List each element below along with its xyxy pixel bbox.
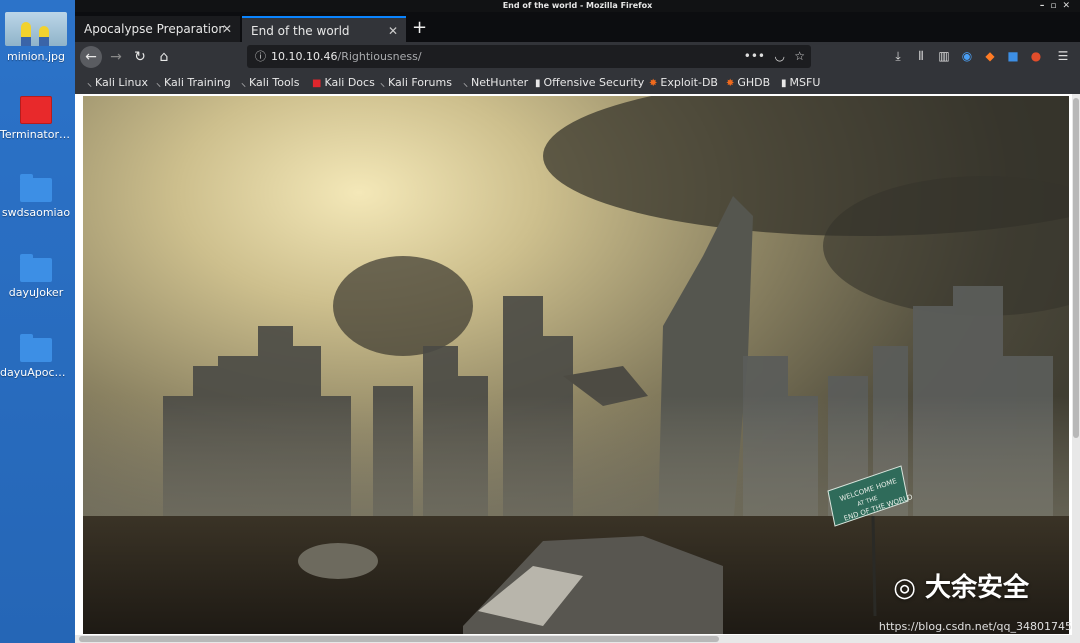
window-titlebar: End of the world - Mozilla Firefox –▫✕	[75, 0, 1080, 12]
site-info-icon[interactable]: ⓘ	[255, 45, 266, 68]
nethunter-icon: ⸜	[463, 78, 468, 89]
navigation-toolbar: ← → ↻ ⌂ ⓘ 10.10.10.46/Rightiousness/ •••…	[75, 42, 1080, 72]
ghdb-icon: ✸	[726, 78, 735, 89]
folder-icon	[20, 334, 52, 362]
offsec-icon: ▮	[535, 78, 541, 89]
bookmark-kali-forums[interactable]: ⸜ Kali Forums	[380, 75, 452, 92]
vertical-scroll-thumb[interactable]	[1073, 98, 1079, 438]
desktop-icon-minion[interactable]: minion.jpg	[0, 12, 72, 63]
foxyproxy-icon[interactable]: ◆	[982, 48, 998, 64]
tab-apocalypse-blog[interactable]: Apocalypse Preparation Blog ✕	[75, 16, 240, 42]
bookmark-exploit-db[interactable]: ✸ Exploit-DB	[649, 75, 718, 92]
terminal-app-icon	[20, 96, 52, 124]
url-host: 10.10.10.46	[271, 50, 338, 63]
desktop-icon-label: minion.jpg	[6, 50, 66, 63]
bookmark-offensive-security[interactable]: ▮ Offensive Security	[535, 75, 644, 92]
csdn-watermark-url: https://blog.csdn.net/qq_34801745	[878, 620, 1072, 633]
desktop-icon-dayuapocalypse[interactable]: dayuApocal...	[0, 334, 72, 379]
wappalyzer-icon[interactable]: ●	[1028, 48, 1044, 64]
kali-dragon-icon: ⸜	[156, 78, 161, 89]
bookmark-msfu[interactable]: ▮ MSFU	[781, 75, 820, 92]
maximize-button[interactable]: ▫	[1050, 1, 1062, 11]
wechat-icon: ◎	[893, 573, 925, 603]
kali-dragon-icon: ⸜	[380, 78, 385, 89]
bookmarks-toolbar: ⸜ Kali Linux ⸜ Kali Training ⸜ Kali Tools ■…	[75, 72, 1080, 95]
exploit-db-icon: ✸	[649, 78, 658, 89]
firefox-window: End of the world - Mozilla Firefox –▫✕ A…	[75, 0, 1080, 643]
end-of-world-image: WELCOME HOME AT THE END OF THE WORLD ◎ 大…	[83, 96, 1069, 634]
close-tab-icon[interactable]: ✕	[222, 16, 232, 42]
desktop-icon-label: Terminator ...	[0, 128, 72, 141]
close-tab-icon[interactable]: ✕	[388, 18, 398, 44]
desktop-icon-swdsaomiao[interactable]: swdsaomiao	[0, 174, 72, 219]
folder-icon	[20, 174, 52, 202]
horizontal-scroll-thumb[interactable]	[79, 636, 719, 642]
kali-docs-icon: ■	[312, 78, 322, 89]
ruined-city-illustration: WELCOME HOME AT THE END OF THE WORLD	[83, 96, 1069, 634]
desktop-icon-dayujoker[interactable]: dayuJoker	[0, 254, 72, 299]
window-title: End of the world - Mozilla Firefox	[502, 1, 653, 10]
bookmark-kali-training[interactable]: ⸜ Kali Training	[156, 75, 231, 92]
bookmark-ghdb[interactable]: ✸ GHDB	[726, 75, 770, 92]
menu-icon[interactable]: ☰	[1055, 48, 1071, 64]
desktop-icon-label: dayuApocal...	[0, 366, 72, 379]
tab-label: Apocalypse Preparation Blog	[84, 22, 224, 36]
page-content: WELCOME HOME AT THE END OF THE WORLD ◎ 大…	[75, 94, 1080, 643]
folder-icon	[20, 254, 52, 282]
library-icon[interactable]: ⫴	[913, 48, 929, 64]
bookmark-kali-docs[interactable]: ■ Kali Docs	[312, 75, 375, 92]
bookmark-kali-linux[interactable]: ⸜ Kali Linux	[87, 75, 148, 92]
sidebar-icon[interactable]: ▥	[936, 48, 952, 64]
desktop-icon-label: swdsaomiao	[1, 206, 71, 219]
bookmark-star-icon[interactable]: ☆	[794, 45, 805, 68]
desktop-icon-label: dayuJoker	[8, 286, 64, 299]
tab-label: End of the world	[251, 24, 350, 38]
extension-flag-icon[interactable]: ■	[1005, 48, 1021, 64]
page-actions-icon[interactable]: •••	[744, 45, 765, 68]
bookmark-kali-tools[interactable]: ⸜ Kali Tools	[241, 75, 299, 92]
wechat-watermark: ◎ 大余安全	[893, 573, 1029, 603]
bookmark-nethunter[interactable]: ⸜ NetHunter	[463, 75, 528, 92]
minimize-button[interactable]: –	[1040, 1, 1051, 11]
forward-icon[interactable]: →	[105, 46, 127, 68]
tab-end-of-world[interactable]: End of the world ✕	[242, 16, 406, 42]
image-thumbnail-icon	[5, 12, 67, 46]
tab-strip: Apocalypse Preparation Blog ✕ End of the…	[75, 12, 1080, 42]
offsec-icon: ▮	[781, 78, 787, 89]
kali-dragon-icon: ⸜	[87, 78, 92, 89]
url-path: /Rightiousness/	[337, 50, 422, 63]
url-bar[interactable]: ⓘ 10.10.10.46/Rightiousness/ ••• ◡ ☆	[247, 45, 811, 68]
desktop-icon-terminator[interactable]: Terminator ...	[0, 96, 72, 141]
home-icon[interactable]: ⌂	[153, 46, 175, 68]
new-tab-icon[interactable]: +	[412, 16, 427, 40]
vertical-scrollbar[interactable]	[1072, 94, 1080, 643]
reload-icon[interactable]: ↻	[129, 46, 151, 68]
kali-dragon-icon: ⸜	[241, 78, 246, 89]
downloads-icon[interactable]: ⤓	[890, 48, 906, 64]
desktop-panel: minion.jpg Terminator ... swdsaomiao day…	[0, 0, 75, 643]
pocket-icon[interactable]: ◡	[775, 45, 785, 68]
horizontal-scrollbar[interactable]	[75, 635, 1072, 643]
close-window-button[interactable]: ✕	[1062, 1, 1076, 11]
back-icon[interactable]: ←	[80, 46, 102, 68]
extension-icon[interactable]: ◉	[959, 48, 975, 64]
